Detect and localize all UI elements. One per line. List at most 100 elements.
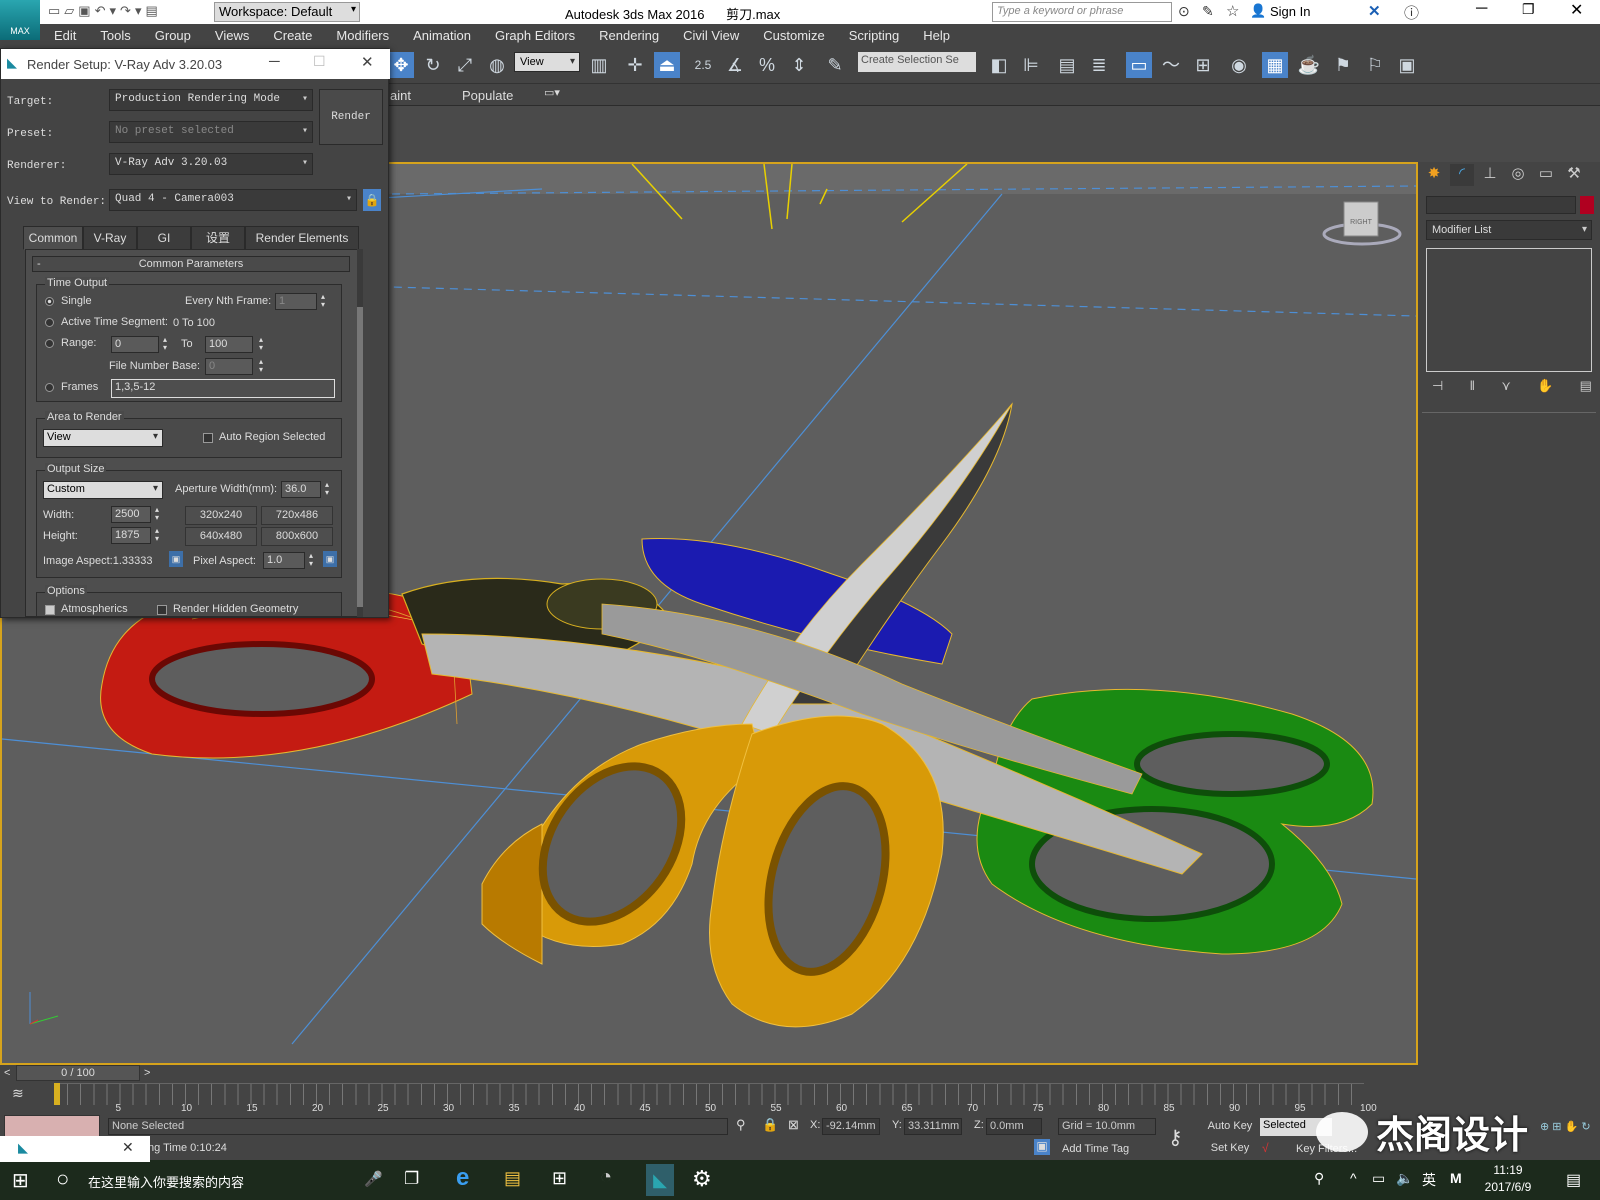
time-slider[interactable]: 0 / 100: [16, 1065, 140, 1081]
close-icon[interactable]: ✕: [1570, 0, 1583, 20]
aperture-width-input[interactable]: 36.0: [281, 481, 321, 498]
pixel-aspect-spinner[interactable]: ▴ ▾: [309, 552, 313, 568]
redo-dropdown-icon[interactable]: ▾: [135, 3, 142, 19]
edit-named-selection-icon[interactable]: ✎: [822, 52, 848, 78]
workspace-dropdown[interactable]: Workspace: Default ▾: [214, 2, 360, 22]
settings-gear-icon[interactable]: ⚙: [692, 1166, 712, 1192]
microphone-icon[interactable]: 🎤: [364, 1170, 383, 1188]
task-view-icon[interactable]: ❐: [404, 1169, 419, 1189]
menu-item-edit[interactable]: Edit: [42, 28, 88, 43]
menu-item-help[interactable]: Help: [911, 28, 962, 43]
absolute-mode-icon[interactable]: ⊠: [788, 1117, 799, 1133]
volume-icon[interactable]: 🔈: [1396, 1170, 1413, 1187]
add-time-tag-label[interactable]: Add Time Tag: [1062, 1143, 1129, 1155]
range-radio[interactable]: [45, 339, 54, 348]
range-from-input[interactable]: 0: [111, 336, 159, 353]
set-key-icon[interactable]: ⚷: [1168, 1125, 1183, 1150]
ime-mode-icon[interactable]: M: [1450, 1170, 1462, 1186]
pixel-aspect-input[interactable]: 1.0: [263, 552, 305, 569]
ribbon-options-icon[interactable]: ▭▾: [544, 86, 560, 99]
width-input[interactable]: 2500: [111, 506, 151, 523]
sign-in-link[interactable]: Sign In: [1270, 4, 1310, 19]
ribbon-tab-paint[interactable]: aint: [390, 88, 411, 103]
orbit-icon[interactable]: ↻: [1581, 1121, 1590, 1133]
preview-close-icon[interactable]: ✕: [122, 1139, 134, 1156]
reference-coordinate-dropdown[interactable]: View ▾: [514, 52, 580, 72]
cortana-icon[interactable]: ○: [56, 1166, 69, 1192]
binoculars-icon[interactable]: ⊙: [1178, 3, 1190, 20]
frames-input[interactable]: 1,3,5-12: [111, 379, 335, 398]
search-box[interactable]: Type a keyword or phrase: [992, 2, 1172, 22]
remove-modifier-icon[interactable]: ✋: [1537, 378, 1553, 394]
range-to-spinner[interactable]: ▴ ▾: [259, 336, 263, 352]
menu-item-tools[interactable]: Tools: [88, 28, 142, 43]
placement-icon[interactable]: ◍: [484, 52, 510, 78]
key-filters-icon[interactable]: √: [1262, 1141, 1269, 1155]
preset-720x486-button[interactable]: 720x486: [261, 506, 333, 525]
every-nth-spinner[interactable]: ▴ ▾: [321, 293, 325, 309]
menu-item-scripting[interactable]: Scripting: [837, 28, 912, 43]
height-spinner[interactable]: ▴ ▾: [155, 527, 159, 543]
rendered-frame-window-icon[interactable]: ☕: [1296, 52, 1322, 78]
select-rotate-icon[interactable]: ↻: [420, 52, 446, 78]
render-in-cloud-icon[interactable]: ▣: [1394, 52, 1420, 78]
undo-dropdown-icon[interactable]: ▾: [110, 3, 117, 19]
file-explorer-icon[interactable]: ▤: [504, 1168, 521, 1189]
ribbon-toggle-icon[interactable]: ▭: [1126, 52, 1152, 78]
manipulate-icon[interactable]: ✛: [622, 52, 648, 78]
viewcube[interactable]: RIGHT: [1322, 201, 1402, 246]
track-bar[interactable]: [54, 1083, 1364, 1105]
select-scale-icon[interactable]: ⤢: [452, 52, 478, 78]
exchange-icon[interactable]: ✕: [1368, 2, 1381, 20]
percent-snap-icon[interactable]: %: [754, 52, 780, 78]
file-number-base-input[interactable]: 0: [205, 358, 253, 375]
align-icon[interactable]: ⊫: [1018, 52, 1044, 78]
zoom-icon[interactable]: ⊕: [1540, 1121, 1549, 1133]
minimize-icon[interactable]: ─: [1476, 0, 1487, 18]
preset-800x600-button[interactable]: 800x600: [261, 527, 333, 546]
renderer-dropdown[interactable]: V-Ray Adv 3.20.03 ▾: [109, 153, 313, 175]
render-iterative-icon[interactable]: ⚐: [1362, 52, 1388, 78]
input-language[interactable]: 英: [1422, 1170, 1436, 1190]
target-dropdown[interactable]: Production Rendering Mode ▾: [109, 89, 313, 111]
pivot-center-icon[interactable]: ▥: [586, 52, 612, 78]
keyboard-shortcut-override-icon[interactable]: ⏏: [654, 52, 680, 78]
rollout-header[interactable]: - Common Parameters: [32, 256, 350, 272]
dialog-scrollbar[interactable]: [357, 249, 363, 617]
yellow-scissors[interactable]: [481, 715, 944, 1028]
dialog-maximize-icon[interactable]: ☐: [313, 53, 326, 70]
user-icon[interactable]: 👤: [1250, 3, 1266, 19]
app-icon-1[interactable]: ◔: [600, 1166, 612, 1189]
menu-item-rendering[interactable]: Rendering: [587, 28, 671, 43]
auto-region-checkbox[interactable]: [203, 433, 213, 443]
layer-explorer-icon[interactable]: ≣: [1086, 52, 1112, 78]
mini-curve-editor-icon[interactable]: ≋: [12, 1085, 24, 1102]
render-setup-icon[interactable]: ▦: [1262, 52, 1288, 78]
auto-key-button[interactable]: Auto Key: [1204, 1118, 1256, 1137]
tab-gi[interactable]: GI: [137, 226, 191, 250]
area-to-render-dropdown[interactable]: View ▾: [43, 429, 163, 447]
preset-320x240-button[interactable]: 320x240: [185, 506, 257, 525]
modifier-stack[interactable]: [1426, 248, 1592, 372]
undo-icon[interactable]: ↶: [95, 3, 106, 19]
ribbon-tab-populate[interactable]: Populate: [462, 88, 513, 103]
taskbar-search-placeholder[interactable]: 在这里输入你要搜索的内容: [88, 1172, 244, 1191]
output-size-preset-dropdown[interactable]: Custom ▾: [43, 481, 163, 499]
render-production-icon[interactable]: ⚑: [1330, 52, 1356, 78]
aperture-width-spinner[interactable]: ▴ ▾: [325, 481, 329, 497]
favorites-star-icon[interactable]: ☆: [1226, 2, 1239, 20]
maxscript-listener[interactable]: [4, 1115, 100, 1137]
store-icon[interactable]: ⊞: [552, 1168, 567, 1189]
object-color-swatch[interactable]: [1580, 196, 1594, 214]
motion-tab-icon[interactable]: ◎: [1506, 164, 1530, 186]
track-bar-current-frame[interactable]: [54, 1083, 60, 1105]
pixel-aspect-lock-icon[interactable]: ▣: [323, 551, 337, 567]
x-coordinate-input[interactable]: -92.14mm: [822, 1118, 880, 1135]
menu-item-modifiers[interactable]: Modifiers: [324, 28, 401, 43]
project-folder-icon[interactable]: ▤: [145, 3, 157, 19]
time-slider-next-icon[interactable]: >: [144, 1067, 150, 1079]
make-unique-icon[interactable]: ⋎: [1501, 378, 1511, 394]
select-move-icon[interactable]: ✥: [388, 52, 414, 78]
tab-vray[interactable]: V-Ray: [83, 226, 137, 250]
time-tag-icon[interactable]: ▣: [1034, 1139, 1050, 1155]
